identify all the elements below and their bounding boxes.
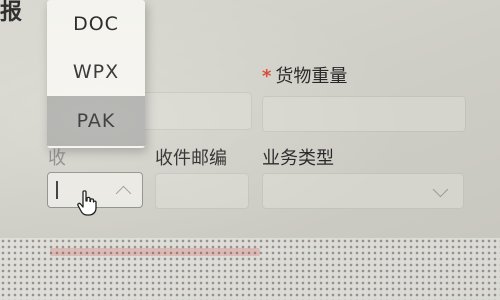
unit-dropdown-menu: DOC WPX PAK xyxy=(47,0,145,148)
dropdown-option-pak[interactable]: PAK xyxy=(47,96,145,146)
moire-overlay xyxy=(0,238,500,300)
weight-label: * 货物重量 xyxy=(262,62,347,88)
chevron-up-icon[interactable] xyxy=(115,185,132,202)
hand-cursor-icon xyxy=(77,190,97,216)
weight-label-text: 货物重量 xyxy=(275,66,348,87)
weight-input[interactable] xyxy=(262,96,466,132)
postcode-label: 收件邮编 xyxy=(155,148,227,169)
text-caret xyxy=(56,181,58,199)
business-type-label: 业务类型 xyxy=(262,148,334,169)
hidden-field[interactable] xyxy=(140,92,252,130)
dropdown-option-wpx[interactable]: WPX xyxy=(47,48,145,96)
dropdown-option-doc[interactable]: DOC xyxy=(47,0,145,48)
postcode-input[interactable] xyxy=(155,173,249,209)
required-mark: * xyxy=(262,66,272,87)
business-type-select[interactable] xyxy=(262,173,464,209)
page-title-fragment: 报 xyxy=(0,0,24,25)
chevron-down-icon[interactable] xyxy=(432,181,449,198)
